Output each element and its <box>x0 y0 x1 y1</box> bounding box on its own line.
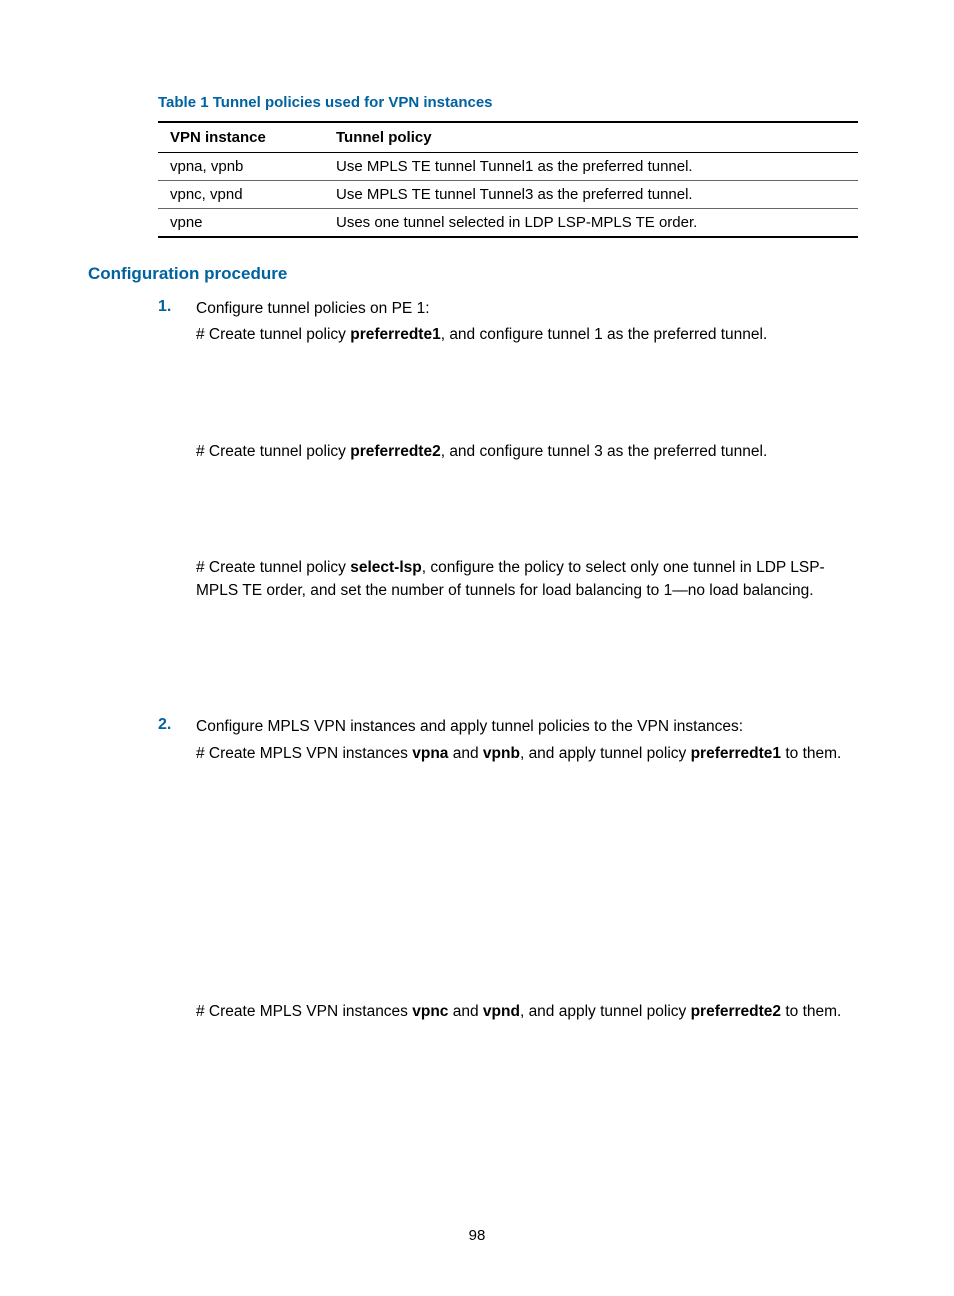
text: , and apply tunnel policy <box>520 745 691 762</box>
step-number: 1. <box>158 298 171 316</box>
text: # Create tunnel policy <box>196 326 350 343</box>
text: and <box>448 745 482 762</box>
step-block: # Create MPLS VPN instances vpna and vpn… <box>196 743 866 765</box>
cell-tunnel-policy: Use MPLS TE tunnel Tunnel3 as the prefer… <box>324 181 858 209</box>
bold-text: preferredte1 <box>691 745 781 762</box>
cell-tunnel-policy: Uses one tunnel selected in LDP LSP-MPLS… <box>324 209 858 238</box>
section-heading: Configuration procedure <box>88 264 866 284</box>
page-number: 98 <box>0 1227 954 1244</box>
text: , and configure tunnel 3 as the preferre… <box>441 443 768 460</box>
table-header-tunnel-policy: Tunnel policy <box>324 122 858 153</box>
table-row: vpne Uses one tunnel selected in LDP LSP… <box>158 209 858 238</box>
step-lead: Configure tunnel policies on PE 1: <box>196 298 866 320</box>
step-lead: Configure MPLS VPN instances and apply t… <box>196 716 866 738</box>
table-row: vpna, vpnb Use MPLS TE tunnel Tunnel1 as… <box>158 153 858 181</box>
text: # Create tunnel policy <box>196 559 350 576</box>
step-block: # Create MPLS VPN instances vpnc and vpn… <box>196 1001 866 1023</box>
text: # Create tunnel policy <box>196 443 350 460</box>
step-block: # Create tunnel policy preferredte2, and… <box>196 441 866 463</box>
bold-text: preferredte1 <box>350 326 440 343</box>
cell-vpn-instance: vpna, vpnb <box>158 153 324 181</box>
text: , and apply tunnel policy <box>520 1003 691 1020</box>
procedure-step: 2. Configure MPLS VPN instances and appl… <box>158 716 866 1023</box>
cell-vpn-instance: vpne <box>158 209 324 238</box>
cell-vpn-instance: vpnc, vpnd <box>158 181 324 209</box>
bold-text: vpna <box>412 745 448 762</box>
cell-tunnel-policy: Use MPLS TE tunnel Tunnel1 as the prefer… <box>324 153 858 181</box>
bold-text: preferredte2 <box>350 443 440 460</box>
bold-text: vpnc <box>412 1003 448 1020</box>
text: and <box>448 1003 482 1020</box>
text: # Create MPLS VPN instances <box>196 1003 412 1020</box>
table-header-vpn-instance: VPN instance <box>158 122 324 153</box>
table-caption: Table 1 Tunnel policies used for VPN ins… <box>158 94 866 111</box>
text: to them. <box>781 1003 841 1020</box>
bold-text: vpnd <box>483 1003 520 1020</box>
bold-text: preferredte2 <box>691 1003 781 1020</box>
procedure-step: 1. Configure tunnel policies on PE 1: # … <box>158 298 866 698</box>
tunnel-policy-table: VPN instance Tunnel policy vpna, vpnb Us… <box>158 121 858 238</box>
text: # Create MPLS VPN instances <box>196 745 412 762</box>
step-number: 2. <box>158 716 171 734</box>
procedure-list: 1. Configure tunnel policies on PE 1: # … <box>88 298 866 1024</box>
text: , and configure tunnel 1 as the preferre… <box>441 326 768 343</box>
bold-text: vpnb <box>483 745 520 762</box>
step-block: # Create tunnel policy select-lsp, confi… <box>196 557 866 602</box>
step-block: # Create tunnel policy preferredte1, and… <box>196 324 866 346</box>
text: to them. <box>781 745 841 762</box>
bold-text: select-lsp <box>350 559 422 576</box>
table-row: vpnc, vpnd Use MPLS TE tunnel Tunnel3 as… <box>158 181 858 209</box>
